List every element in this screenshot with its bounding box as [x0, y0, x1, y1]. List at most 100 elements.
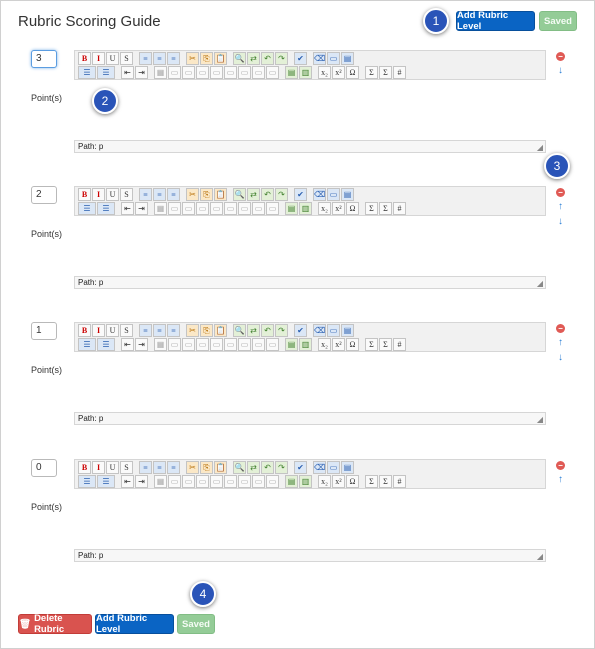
toolbar-button[interactable]: B [78, 324, 91, 337]
editor-content-area[interactable] [74, 216, 546, 276]
toolbar-button[interactable]: x² [332, 475, 345, 488]
toolbar-button[interactable]: ▭ [168, 202, 181, 215]
arrow-down-icon[interactable]: ↓ [556, 217, 565, 227]
arrow-down-icon[interactable]: ↓ [556, 66, 565, 76]
toolbar-button[interactable]: ▦ [154, 66, 167, 79]
add-rubric-level-button-top[interactable]: Add Rubric Level [456, 10, 535, 32]
resize-handle-icon[interactable]: ◢ [537, 142, 543, 153]
toolbar-button[interactable]: 📋 [214, 461, 227, 474]
toolbar-button[interactable]: Σ [365, 66, 378, 79]
toolbar-button[interactable]: # [393, 202, 406, 215]
toolbar-button[interactable]: ✂ [186, 324, 199, 337]
toolbar-button[interactable]: S [120, 188, 133, 201]
toolbar-button[interactable]: ▭ [252, 202, 265, 215]
toolbar-button[interactable]: ≡ [153, 188, 166, 201]
toolbar-button[interactable]: ▭ [238, 202, 251, 215]
toolbar-button[interactable]: ▭ [266, 202, 279, 215]
toolbar-button[interactable]: ▭ [238, 338, 251, 351]
toolbar-button[interactable]: ↶ [261, 188, 274, 201]
rich-text-editor[interactable]: B I U S ≡ ≡ ≡ ✂ ⎘ 📋 🔍 ⇄ ↶ ↷ ✔ ⌫ ▭ ▤ ☰ ☰ ⇤ ⇥ ▦ ▭ ▭ ▭ ▭ ▭ ▭ ▭ ▭ ▤ ▥ x₂ x² Ω Σ Σ… [74, 50, 546, 153]
toolbar-button[interactable]: Σ [379, 475, 392, 488]
toolbar-button[interactable]: ▦ [154, 202, 167, 215]
saved-button-top[interactable]: Saved [539, 11, 577, 31]
toolbar-button[interactable]: ▤ [341, 52, 354, 65]
toolbar-button[interactable]: ⌫ [313, 461, 326, 474]
toolbar-button[interactable]: Σ [379, 202, 392, 215]
toolbar-button[interactable]: B [78, 461, 91, 474]
toolbar-button[interactable]: ☰ [78, 202, 96, 215]
toolbar-button[interactable]: U [106, 188, 119, 201]
toolbar-button[interactable]: ▭ [196, 202, 209, 215]
toolbar-button[interactable]: ▭ [168, 338, 181, 351]
toolbar-button[interactable]: ⌫ [313, 324, 326, 337]
toolbar-button[interactable]: ▭ [224, 66, 237, 79]
toolbar-button[interactable]: ⇥ [135, 475, 148, 488]
toolbar-button[interactable]: ↶ [261, 52, 274, 65]
toolbar-button[interactable]: ≡ [139, 52, 152, 65]
toolbar-button[interactable]: ▭ [327, 461, 340, 474]
toolbar-button[interactable]: ▭ [182, 475, 195, 488]
points-input[interactable]: 0 [31, 459, 57, 477]
toolbar-button[interactable]: ▭ [196, 475, 209, 488]
points-input[interactable]: 2 [31, 186, 57, 204]
toolbar-button[interactable]: ☰ [97, 66, 115, 79]
toolbar-button[interactable]: ⇤ [121, 338, 134, 351]
toolbar-button[interactable]: ▤ [341, 461, 354, 474]
toolbar-button[interactable]: 🔍 [233, 188, 246, 201]
toolbar-button[interactable]: ⇄ [247, 324, 260, 337]
rich-text-editor[interactable]: B I U S ≡ ≡ ≡ ✂ ⎘ 📋 🔍 ⇄ ↶ ↷ ✔ ⌫ ▭ ▤ ☰ ☰ ⇤ ⇥ ▦ ▭ ▭ ▭ ▭ ▭ ▭ ▭ ▭ ▤ ▥ x₂ x² Ω Σ Σ… [74, 459, 546, 562]
toolbar-button[interactable]: ≡ [139, 461, 152, 474]
toolbar-button[interactable]: B [78, 52, 91, 65]
minus-circle-icon[interactable]: − [556, 188, 565, 197]
toolbar-button[interactable]: ⇥ [135, 338, 148, 351]
toolbar-button[interactable]: x₂ [318, 475, 331, 488]
toolbar-button[interactable]: ▭ [168, 66, 181, 79]
toolbar-button[interactable]: ≡ [139, 188, 152, 201]
toolbar-button[interactable]: ≡ [139, 324, 152, 337]
toolbar-button[interactable]: ▭ [224, 338, 237, 351]
delete-rubric-button[interactable]: 🗑 Delete Rubric [18, 613, 92, 635]
toolbar-button[interactable]: x₂ [318, 66, 331, 79]
resize-handle-icon[interactable]: ◢ [537, 551, 543, 562]
toolbar-button[interactable]: ✔ [294, 461, 307, 474]
toolbar-button[interactable]: ⌫ [313, 52, 326, 65]
toolbar-button[interactable]: I [92, 52, 105, 65]
toolbar-button[interactable]: ▭ [210, 475, 223, 488]
toolbar-button[interactable]: 🔍 [233, 461, 246, 474]
toolbar-button[interactable]: ▭ [210, 202, 223, 215]
toolbar-button[interactable]: ▥ [299, 202, 312, 215]
toolbar-button[interactable]: ⇤ [121, 66, 134, 79]
toolbar-button[interactable]: x² [332, 202, 345, 215]
toolbar-button[interactable]: ▭ [224, 202, 237, 215]
toolbar-button[interactable]: Ω [346, 475, 359, 488]
editor-content-area[interactable] [74, 352, 546, 412]
toolbar-button[interactable]: 📋 [214, 52, 227, 65]
toolbar-button[interactable]: ⇥ [135, 202, 148, 215]
toolbar-button[interactable]: ↶ [261, 461, 274, 474]
toolbar-button[interactable]: ⎘ [200, 461, 213, 474]
toolbar-button[interactable]: ↷ [275, 188, 288, 201]
toolbar-button[interactable]: ▤ [285, 66, 298, 79]
toolbar-button[interactable]: ☰ [97, 475, 115, 488]
toolbar-button[interactable]: Ω [346, 338, 359, 351]
arrow-up-icon[interactable]: ↑ [556, 338, 565, 348]
toolbar-button[interactable]: ▭ [327, 188, 340, 201]
toolbar-button[interactable]: ▭ [238, 66, 251, 79]
toolbar-button[interactable]: ↷ [275, 461, 288, 474]
editor-content-area[interactable] [74, 489, 546, 549]
toolbar-button[interactable]: Σ [379, 338, 392, 351]
toolbar-button[interactable]: ▤ [285, 202, 298, 215]
toolbar-button[interactable]: ☰ [97, 202, 115, 215]
toolbar-button[interactable]: ≡ [153, 324, 166, 337]
minus-circle-icon[interactable]: − [556, 52, 565, 61]
toolbar-button[interactable]: ▦ [154, 338, 167, 351]
toolbar-button[interactable]: ⎘ [200, 324, 213, 337]
toolbar-button[interactable]: U [106, 461, 119, 474]
toolbar-button[interactable]: ▭ [327, 324, 340, 337]
resize-handle-icon[interactable]: ◢ [537, 414, 543, 425]
toolbar-button[interactable]: ≡ [167, 461, 180, 474]
toolbar-button[interactable]: ▭ [182, 66, 195, 79]
toolbar-button[interactable]: ▤ [285, 338, 298, 351]
rich-text-editor[interactable]: B I U S ≡ ≡ ≡ ✂ ⎘ 📋 🔍 ⇄ ↶ ↷ ✔ ⌫ ▭ ▤ ☰ ☰ ⇤ ⇥ ▦ ▭ ▭ ▭ ▭ ▭ ▭ ▭ ▭ ▤ ▥ x₂ x² Ω Σ Σ… [74, 186, 546, 289]
toolbar-button[interactable]: ▭ [238, 475, 251, 488]
